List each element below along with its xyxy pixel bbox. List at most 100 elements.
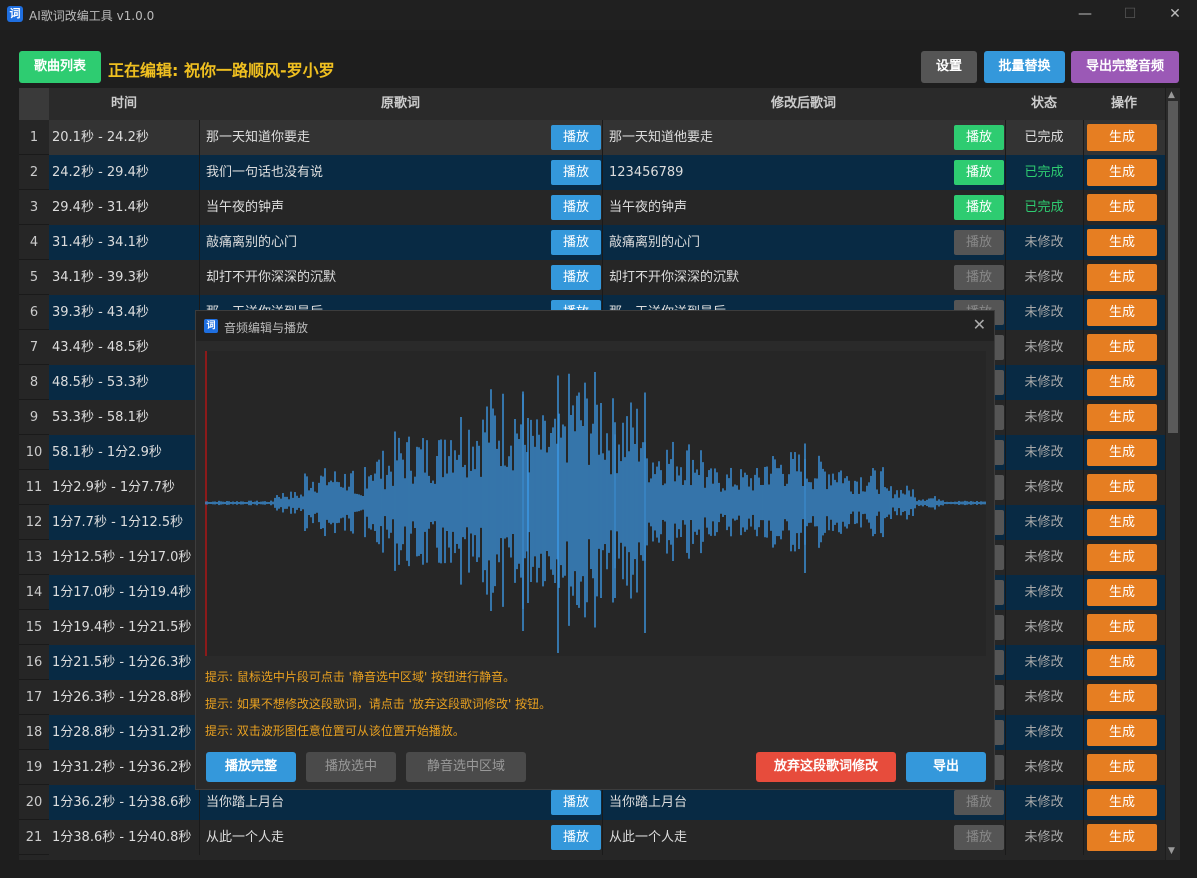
play-modified-button[interactable]: 播放 [954,125,1004,150]
row-number[interactable]: 1 [19,120,49,155]
row-number[interactable]: 19 [19,750,49,785]
cell-time: 39.3秒 - 43.4秒 [52,305,149,320]
row-number[interactable]: 9 [19,400,49,435]
column-divider [1083,575,1084,610]
generate-button[interactable]: 生成 [1087,509,1157,536]
row-number[interactable]: 12 [19,505,49,540]
play-original-button[interactable]: 播放 [551,825,601,850]
column-divider [602,785,603,820]
batch-replace-button[interactable]: 批量替换 [984,51,1065,83]
play-modified-button[interactable]: 播放 [954,790,1004,815]
generate-button[interactable]: 生成 [1087,474,1157,501]
table-row[interactable]: 21 1分38.6秒 - 1分40.8秒 从此一个人走 播放 从此一个人走 播放 未修改 生成 [19,820,1165,855]
header-status[interactable]: 状态 [1005,88,1083,120]
row-number[interactable]: 10 [19,435,49,470]
minimize-button[interactable]: — [1062,0,1108,30]
row-number[interactable]: 4 [19,225,49,260]
generate-button[interactable]: 生成 [1087,159,1157,186]
play-modified-button[interactable]: 播放 [954,160,1004,185]
song-list-button[interactable]: 歌曲列表 [19,51,101,83]
table-row[interactable]: 20 1分36.2秒 - 1分38.6秒 当你踏上月台 播放 当你踏上月台 播放 未修改 生成 [19,785,1165,820]
row-number[interactable]: 2 [19,155,49,190]
cell-modified-lyric[interactable]: 敲痛离别的心门 [609,225,949,260]
table-row[interactable]: 4 31.4秒 - 34.1秒 敲痛离别的心门 播放 敲痛离别的心门 播放 未修改 生成 [19,225,1165,260]
waveform-svg[interactable] [204,351,986,656]
row-number[interactable]: 6 [19,295,49,330]
generate-button[interactable]: 生成 [1087,544,1157,571]
row-number[interactable]: 13 [19,540,49,575]
settings-button[interactable]: 设置 [921,51,977,83]
header-original[interactable]: 原歌词 [199,88,602,120]
table-row[interactable]: 2 24.2秒 - 29.4秒 我们一句话也没有说 播放 123456789 播放 已完成生… [19,155,1165,190]
play-modified-button[interactable]: 播放 [954,825,1004,850]
close-window-button[interactable]: ✕ [1152,0,1197,30]
column-divider [1083,330,1084,365]
row-number[interactable]: 15 [19,610,49,645]
row-number[interactable]: 8 [19,365,49,400]
maximize-button[interactable]: ☐ [1107,0,1153,30]
cell-modified-lyric[interactable]: 却打不开你深深的沉默 [609,260,949,295]
generate-button[interactable]: 生成 [1087,264,1157,291]
generate-button[interactable]: 生成 [1087,614,1157,641]
generate-button[interactable]: 生成 [1087,229,1157,256]
play-modified-button[interactable]: 播放 [954,265,1004,290]
row-number[interactable]: 18 [19,715,49,750]
scrollbar-thumb[interactable] [1168,101,1178,433]
generate-button[interactable]: 生成 [1087,404,1157,431]
play-full-button[interactable]: 播放完整 [206,752,296,782]
scroll-down-arrow[interactable]: ▼ [1168,846,1175,856]
generate-button[interactable]: 生成 [1087,439,1157,466]
generate-button[interactable]: 生成 [1087,194,1157,221]
row-number[interactable]: 3 [19,190,49,225]
cell-modified-lyric[interactable]: 当你踏上月台 [609,785,949,820]
generate-button[interactable]: 生成 [1087,579,1157,606]
table-row[interactable]: 3 29.4秒 - 31.4秒 当午夜的钟声 播放 当午夜的钟声 播放 已完成 生成 [19,190,1165,225]
row-number[interactable]: 5 [19,260,49,295]
generate-button[interactable]: 生成 [1087,369,1157,396]
play-modified-button[interactable]: 播放 [954,195,1004,220]
row-number[interactable]: 20 [19,785,49,820]
generate-button[interactable]: 生成 [1087,684,1157,711]
header-modified[interactable]: 修改后歌词 [602,88,1005,120]
play-original-button[interactable]: 播放 [551,125,601,150]
generate-button[interactable]: 生成 [1087,824,1157,851]
row-number[interactable]: 21 [19,820,49,855]
row-number[interactable]: 17 [19,680,49,715]
play-original-button[interactable]: 播放 [551,230,601,255]
dialog-close-icon[interactable]: ✕ [973,315,986,334]
header-time[interactable]: 时间 [49,88,199,120]
play-original-button[interactable]: 播放 [551,265,601,290]
row-number[interactable]: 16 [19,645,49,680]
row-number[interactable]: 14 [19,575,49,610]
header-action[interactable]: 操作 [1083,88,1165,120]
cell-modified-lyric[interactable]: 123456789 [609,155,949,190]
play-original-button[interactable]: 播放 [551,790,601,815]
mute-selection-button[interactable]: 静音选中区域 [406,752,526,782]
discard-modification-button[interactable]: 放弃这段歌词修改 [756,752,896,782]
export-full-audio-button[interactable]: 导出完整音频 [1071,51,1179,83]
play-original-button[interactable]: 播放 [551,160,601,185]
generate-button[interactable]: 生成 [1087,754,1157,781]
column-divider [1083,365,1084,400]
generate-button[interactable]: 生成 [1087,649,1157,676]
table-row[interactable]: 1 20.1秒 - 24.2秒 那一天知道你要走 播放 那一天知道他要走 播放 已完成 生成 [19,120,1165,155]
cell-modified-lyric[interactable]: 那一天知道他要走 [609,120,949,155]
cell-modified-lyric[interactable]: 从此一个人走 [609,820,949,855]
cell-time: 1分31.2秒 - 1分36.2秒 [52,760,192,775]
waveform-view[interactable] [204,351,986,656]
table-row[interactable]: 5 34.1秒 - 39.3秒 却打不开你深深的沉默 播放 却打不开你深深的沉默 播放 未修… [19,260,1165,295]
export-button[interactable]: 导出 [906,752,986,782]
generate-button[interactable]: 生成 [1087,719,1157,746]
play-original-button[interactable]: 播放 [551,195,601,220]
cell-modified-lyric[interactable]: 当午夜的钟声 [609,190,949,225]
row-number[interactable]: 11 [19,470,49,505]
play-selection-button[interactable]: 播放选中 [306,752,396,782]
generate-button[interactable]: 生成 [1087,334,1157,361]
play-modified-button[interactable]: 播放 [954,230,1004,255]
column-divider [602,260,603,295]
generate-button[interactable]: 生成 [1087,124,1157,151]
generate-button[interactable]: 生成 [1087,299,1157,326]
scroll-up-arrow[interactable]: ▲ [1168,90,1175,100]
row-number[interactable]: 7 [19,330,49,365]
generate-button[interactable]: 生成 [1087,789,1157,816]
